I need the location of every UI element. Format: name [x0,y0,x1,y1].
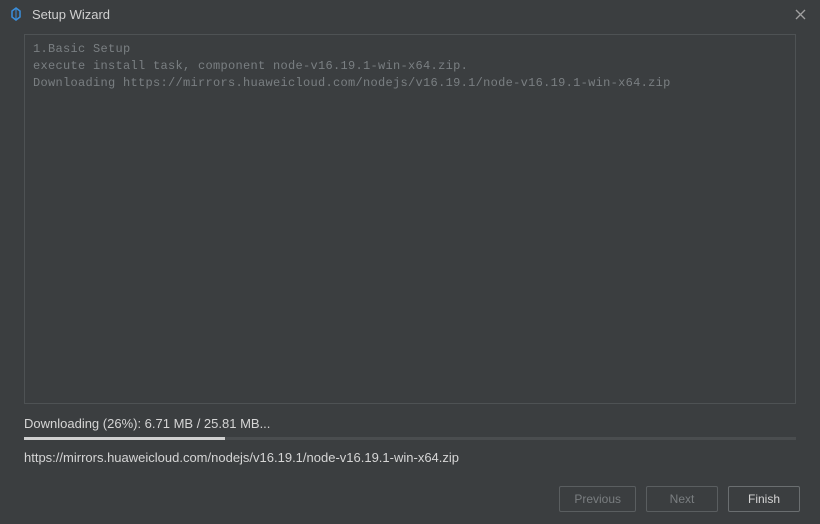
log-line: 1.Basic Setup [33,41,787,58]
next-button[interactable]: Next [646,486,718,512]
progress-bar [24,437,796,440]
download-status-text: Downloading (26%): 6.71 MB / 25.81 MB... [24,416,796,431]
finish-button[interactable]: Finish [728,486,800,512]
log-panel: 1.Basic Setup execute install task, comp… [24,34,796,404]
download-url: https://mirrors.huaweicloud.com/nodejs/v… [24,450,796,465]
status-area: Downloading (26%): 6.71 MB / 25.81 MB...… [24,416,796,465]
log-line: execute install task, component node-v16… [33,58,787,75]
titlebar: Setup Wizard [0,0,820,28]
log-line: Downloading https://mirrors.huaweicloud.… [33,75,787,92]
app-icon [8,6,24,22]
window-title: Setup Wizard [32,7,110,22]
previous-button[interactable]: Previous [559,486,636,512]
button-bar: Previous Next Finish [559,486,800,512]
close-icon[interactable] [788,2,812,26]
progress-fill [24,437,225,440]
